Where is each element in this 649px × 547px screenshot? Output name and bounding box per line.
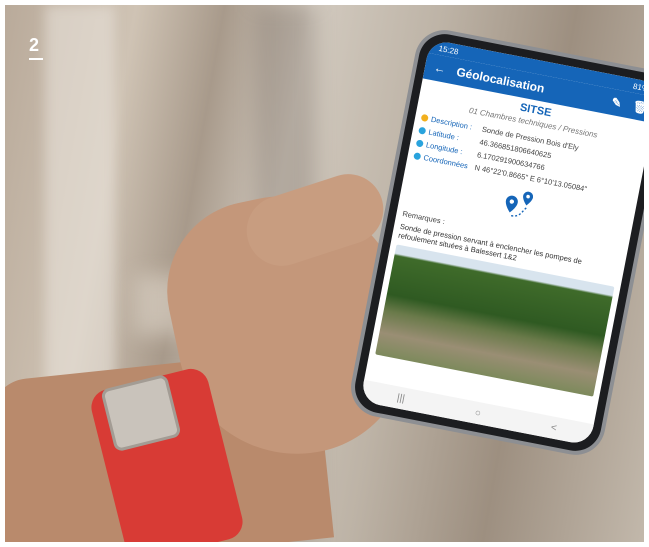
coordinates-icon <box>413 152 422 161</box>
image-index-number: 2 <box>29 35 40 55</box>
arrow-left-icon[interactable]: ← <box>432 60 448 76</box>
latitude-icon <box>418 126 427 135</box>
photo-frame: 2 15:28 81% ← Géolocalisation ✎ 🗑 SITSE … <box>5 5 644 542</box>
status-battery: 81% <box>632 81 644 94</box>
trash-icon[interactable]: 🗑 <box>631 99 644 116</box>
smartphone: 15:28 81% ← Géolocalisation ✎ 🗑 SITSE 01… <box>350 29 644 456</box>
longitude-icon <box>415 139 424 148</box>
index-underline <box>29 58 43 60</box>
back-button[interactable]: < <box>550 422 558 434</box>
recents-button[interactable]: ||| <box>396 392 406 404</box>
pencil-icon[interactable]: ✎ <box>608 95 624 111</box>
phone-screen: 15:28 81% ← Géolocalisation ✎ 🗑 SITSE 01… <box>359 39 644 446</box>
status-time: 15:28 <box>437 43 460 57</box>
description-icon <box>420 113 429 123</box>
home-button[interactable]: ○ <box>474 407 482 419</box>
